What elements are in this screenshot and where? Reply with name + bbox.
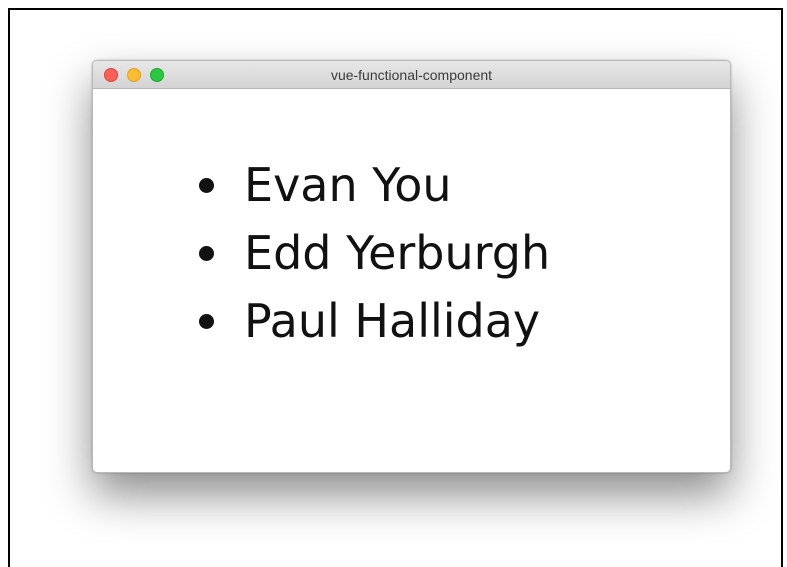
- screenshot-frame: vue-functional-component Evan You Edd Ye…: [8, 8, 783, 567]
- name-list: Evan You Edd Yerburgh Paul Halliday: [199, 151, 550, 355]
- title-bar[interactable]: vue-functional-component: [93, 61, 730, 89]
- bullet-icon: [199, 313, 214, 329]
- list-item-label: Edd Yerburgh: [244, 226, 551, 280]
- bullet-icon: [199, 177, 214, 193]
- list-item-label: Paul Halliday: [244, 294, 541, 348]
- list-item: Edd Yerburgh: [199, 219, 550, 287]
- app-content: Evan You Edd Yerburgh Paul Halliday: [93, 89, 730, 472]
- list-item: Evan You: [199, 151, 550, 219]
- bullet-icon: [199, 245, 214, 261]
- list-item-label: Evan You: [244, 158, 452, 212]
- list-item: Paul Halliday: [199, 287, 550, 355]
- app-window: vue-functional-component Evan You Edd Ye…: [92, 60, 731, 473]
- window-title: vue-functional-component: [330, 67, 493, 83]
